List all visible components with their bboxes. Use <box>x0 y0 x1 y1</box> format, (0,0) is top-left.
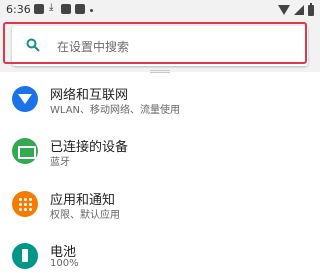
settings-item-subtitle: WLAN、移动网络、流量使用 <box>50 105 181 116</box>
battery-icon <box>308 2 314 16</box>
settings-item-subtitle: 100% <box>50 258 79 269</box>
status-icons <box>278 2 314 16</box>
settings-item-connected-devices[interactable]: 已连接的设备 蓝牙 <box>0 130 320 178</box>
wifi-icon <box>12 86 38 112</box>
notification-icon <box>61 4 71 14</box>
apps-grid-icon <box>12 191 38 217</box>
notification-icon <box>75 4 85 14</box>
signal-icon <box>294 5 304 15</box>
settings-item-subtitle: 权限、默认应用 <box>50 210 120 221</box>
settings-item-apps[interactable]: 应用和通知 权限、默认应用 <box>0 183 320 231</box>
settings-item-battery[interactable]: 电池 100% <box>0 235 320 273</box>
search-highlight-outline <box>3 22 307 64</box>
settings-item-network[interactable]: 网络和互联网 WLAN、移动网络、流量使用 <box>0 78 320 126</box>
search-input[interactable]: 在设置中搜索 <box>57 38 129 55</box>
settings-item-subtitle: 蓝牙 <box>50 157 70 168</box>
download-icon: ⤓ <box>49 2 54 13</box>
search-bar-area: 在设置中搜索 <box>0 20 320 72</box>
wifi-icon <box>278 5 290 15</box>
battery-icon <box>12 243 38 269</box>
status-bar: 6:36 ⤓ <box>0 0 320 20</box>
status-time: 6:36 <box>6 3 31 16</box>
more-notifications-icon <box>90 9 93 12</box>
drag-handle[interactable] <box>150 70 170 73</box>
search-icon <box>26 38 40 52</box>
connected-devices-icon <box>12 138 38 164</box>
notification-icon <box>34 4 44 14</box>
